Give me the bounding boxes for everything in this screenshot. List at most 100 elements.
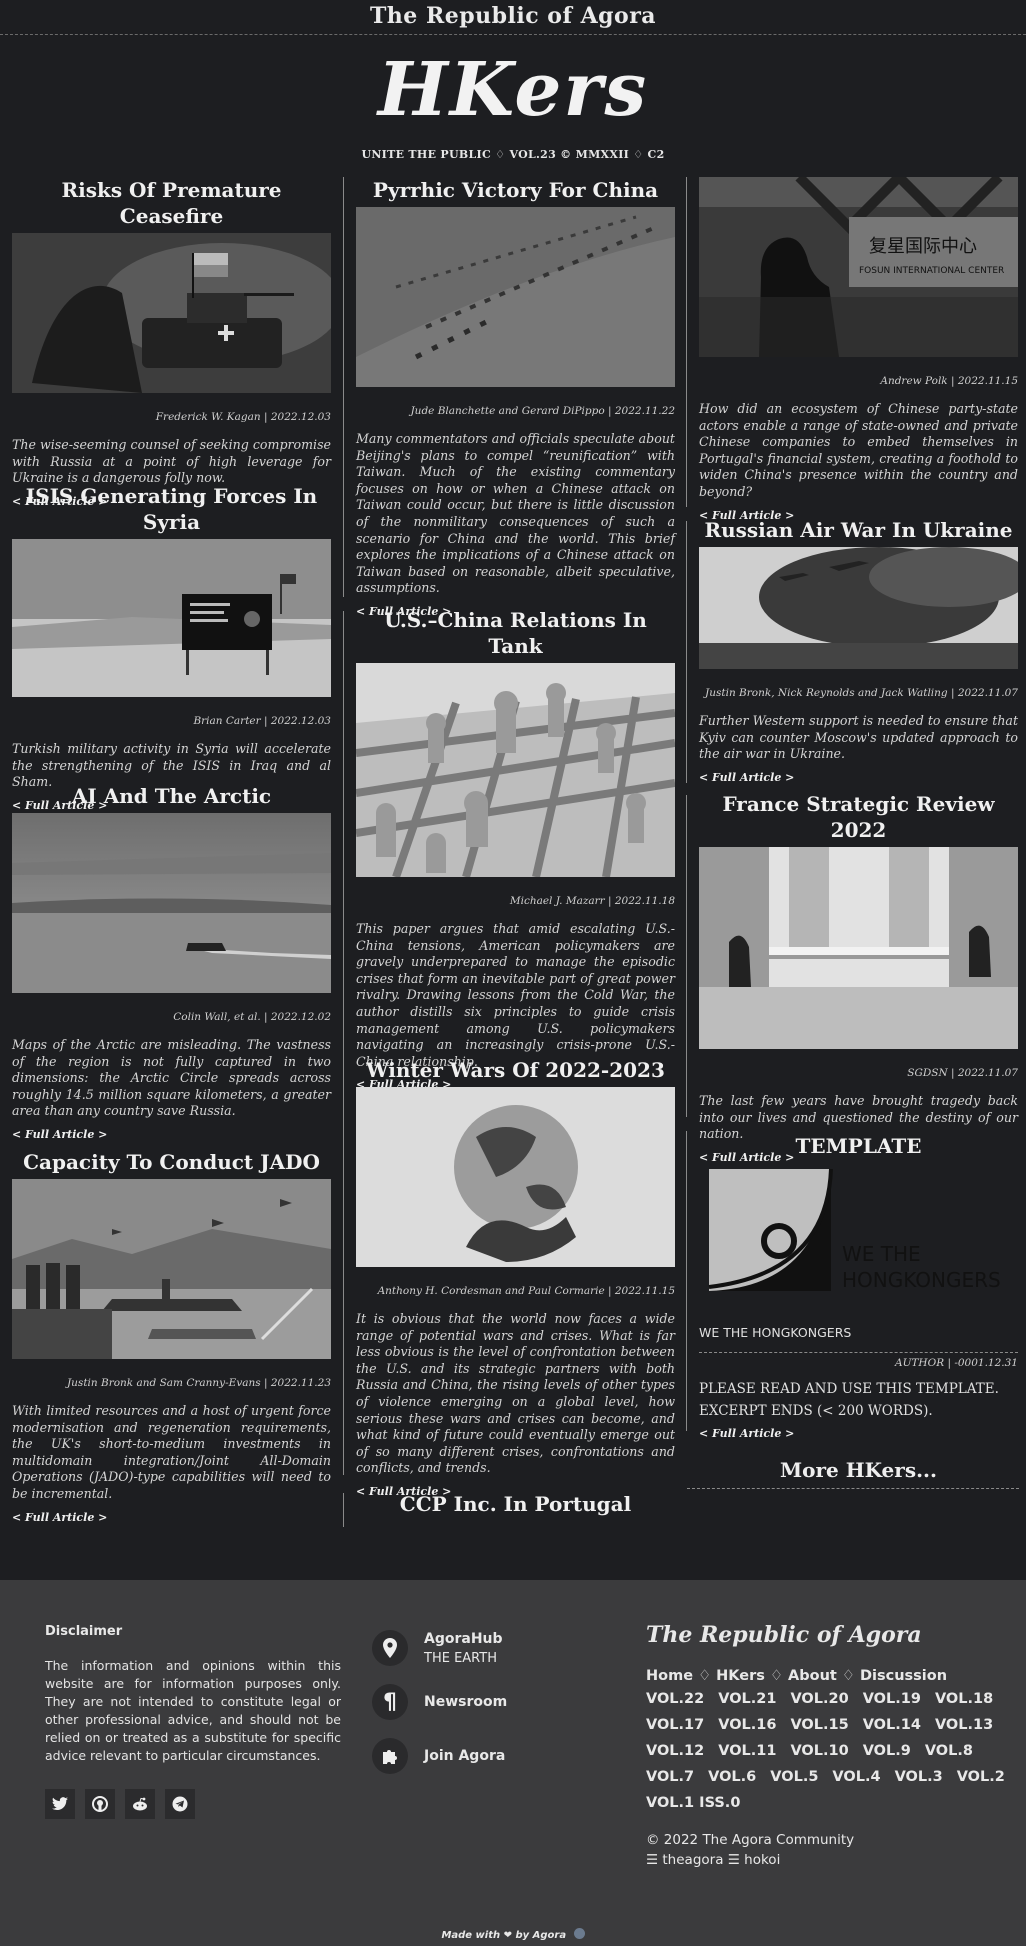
- community-links[interactable]: ☰ theagora ☰ hokoi: [646, 1852, 986, 1868]
- pilcrow-icon: ¶: [372, 1684, 408, 1720]
- full-article-link[interactable]: < Full Article >: [12, 1511, 331, 1524]
- nav-separator: ♢: [841, 1668, 855, 1684]
- article-image[interactable]: [356, 207, 675, 387]
- article-title[interactable]: CCP Inc. In Portugal: [356, 1491, 675, 1517]
- volume-link[interactable]: VOL.12: [646, 1743, 704, 1759]
- agorahub-item[interactable]: AgoraHub THE EARTH: [372, 1630, 507, 1666]
- twitter-icon[interactable]: [45, 1789, 75, 1819]
- github-icon[interactable]: [85, 1789, 115, 1819]
- article-summary: The wise-seeming counsel of seeking comp…: [12, 437, 331, 486]
- footer-contact: AgoraHub THE EARTH ¶ Newsroom Join Agora: [372, 1630, 507, 1792]
- column-divider: [686, 521, 687, 783]
- volume-link[interactable]: VOL.7: [646, 1769, 694, 1785]
- article-summary: This paper argues that amid escalating U…: [356, 921, 675, 1069]
- disclaimer-text: The information and opinions within this…: [45, 1658, 341, 1763]
- site-logo[interactable]: HKers: [378, 47, 648, 133]
- column-right: 复星国际中心 FOSUN INTERNATIONAL CENTER Andrew…: [687, 177, 1019, 1489]
- reddit-icon[interactable]: [125, 1789, 155, 1819]
- article-byline: Colin Wall, et al. | 2022.12.02: [173, 1011, 331, 1023]
- template-logo-text: HONGKONGERS: [842, 1268, 1001, 1292]
- volume-link[interactable]: VOL.10: [790, 1743, 848, 1759]
- article-image[interactable]: [12, 1179, 331, 1359]
- volume-link[interactable]: VOL.3: [895, 1769, 943, 1785]
- newsroom-item[interactable]: ¶ Newsroom: [372, 1684, 507, 1720]
- volume-link[interactable]: VOL.5: [770, 1769, 818, 1785]
- template-logo-text: WE THE: [842, 1242, 921, 1266]
- column-divider: [343, 1493, 344, 1527]
- article-title[interactable]: U.S.–China Relations In Tank: [356, 607, 675, 659]
- article-byline: Andrew Polk | 2022.11.15: [880, 375, 1018, 387]
- article-byline: SGDSN | 2022.11.07: [907, 1067, 1018, 1079]
- template-card: TEMPLATE WE THE HONGKONGERS WE THE HONGK…: [687, 1133, 1019, 1489]
- volume-link[interactable]: VOL.13: [935, 1717, 993, 1733]
- disclaimer-block: Disclaimer The information and opinions …: [45, 1624, 341, 1819]
- volume-link[interactable]: VOL.6: [708, 1769, 756, 1785]
- volume-link[interactable]: VOL.18: [935, 1691, 993, 1707]
- full-article-link[interactable]: < Full Article >: [12, 1128, 331, 1141]
- full-article-link[interactable]: < Full Article >: [699, 1427, 1018, 1440]
- article-card: CCP Inc. In Portugal: [356, 1491, 675, 1517]
- article-card: Winter Wars Of 2022-2023 Anthony H. Cord…: [356, 1057, 675, 1498]
- volume-link[interactable]: VOL.2: [957, 1769, 1005, 1785]
- volume-link[interactable]: VOL.9: [863, 1743, 911, 1759]
- nav-about[interactable]: About: [788, 1668, 837, 1684]
- article-image[interactable]: [356, 1087, 675, 1267]
- nav-hkers[interactable]: HKers: [716, 1668, 765, 1684]
- column-left: Risks Of Premature Ceasefire Frederick W…: [12, 177, 331, 1524]
- site-brand[interactable]: The Republic of Agora: [370, 3, 656, 29]
- volume-link[interactable]: VOL.1 ISS.0: [646, 1795, 740, 1811]
- volume-link[interactable]: VOL.20: [790, 1691, 848, 1707]
- template-name: WE THE HONGKONGERS: [699, 1325, 852, 1340]
- top-bar: The Republic of Agora: [0, 0, 1026, 35]
- volume-link[interactable]: VOL.4: [832, 1769, 880, 1785]
- nav-separator: ♢: [769, 1668, 783, 1684]
- article-image[interactable]: [12, 539, 331, 697]
- article-title[interactable]: ISIS Generating Forces In Syria: [12, 483, 331, 535]
- site-footer: Disclaimer The information and opinions …: [0, 1580, 1026, 1946]
- volume-link[interactable]: VOL.22: [646, 1691, 704, 1707]
- copyright: © 2022 The Agora Community: [646, 1832, 855, 1848]
- article-title[interactable]: Pyrrhic Victory For China: [356, 177, 675, 203]
- article-title[interactable]: France Strategic Review 2022: [699, 791, 1018, 843]
- footer-brand[interactable]: The Republic of Agora: [646, 1622, 986, 1648]
- article-title[interactable]: Risks Of Premature Ceasefire: [12, 177, 331, 229]
- article-image[interactable]: [12, 813, 331, 993]
- agorahub-subtitle: THE EARTH: [424, 1650, 497, 1666]
- article-byline: Michael J. Mazarr | 2022.11.18: [509, 895, 675, 907]
- volume-link[interactable]: VOL.16: [718, 1717, 776, 1733]
- article-image[interactable]: [699, 547, 1018, 669]
- article-title[interactable]: Russian Air War In Ukraine: [699, 517, 1018, 543]
- nav-home[interactable]: Home: [646, 1668, 693, 1684]
- more-hkers-link[interactable]: More HKers...: [699, 1458, 1018, 1482]
- article-image[interactable]: 复星国际中心 FOSUN INTERNATIONAL CENTER: [699, 177, 1018, 357]
- telegram-icon[interactable]: [165, 1789, 195, 1819]
- article-byline: Brian Carter | 2022.12.03: [193, 715, 331, 727]
- article-byline: Frederick W. Kagan | 2022.12.03: [155, 411, 331, 423]
- template-logo[interactable]: WE THE HONGKONGERS: [699, 1163, 1018, 1303]
- article-image[interactable]: [12, 233, 331, 393]
- volume-link[interactable]: VOL.14: [863, 1717, 921, 1733]
- volume-link[interactable]: VOL.19: [863, 1691, 921, 1707]
- volume-link[interactable]: VOL.17: [646, 1717, 704, 1733]
- article-summary: Many commentators and officials speculat…: [356, 431, 675, 596]
- template-author: AUTHOR | -0001.12.31: [895, 1357, 1018, 1369]
- article-title[interactable]: Winter Wars Of 2022-2023: [356, 1057, 675, 1083]
- column-divider: [686, 177, 687, 507]
- puzzle-piece-icon: [372, 1738, 408, 1774]
- newsroom-label: Newsroom: [424, 1694, 508, 1710]
- article-title[interactable]: Capacity To Conduct JADO: [12, 1149, 331, 1175]
- volume-link[interactable]: VOL.15: [790, 1717, 848, 1733]
- volume-link[interactable]: VOL.11: [718, 1743, 776, 1759]
- volume-link[interactable]: VOL.21: [718, 1691, 776, 1707]
- article-byline: Jude Blanchette and Gerard DiPippo | 202…: [410, 405, 675, 417]
- article-image[interactable]: [356, 663, 675, 877]
- join-agora-item[interactable]: Join Agora: [372, 1738, 507, 1774]
- full-article-link[interactable]: < Full Article >: [699, 771, 1018, 784]
- template-line: PLEASE READ AND USE THIS TEMPLATE.: [699, 1381, 999, 1397]
- article-card: Capacity To Conduct JADO Justin Bronk an…: [12, 1149, 331, 1524]
- volume-link[interactable]: VOL.8: [925, 1743, 973, 1759]
- article-summary: Further Western support is needed to ens…: [699, 713, 1018, 762]
- footer-nav: Home ♢ HKers ♢ About ♢ Discussion: [646, 1668, 986, 1684]
- nav-discussion[interactable]: Discussion: [860, 1668, 947, 1684]
- article-image[interactable]: [699, 847, 1018, 1049]
